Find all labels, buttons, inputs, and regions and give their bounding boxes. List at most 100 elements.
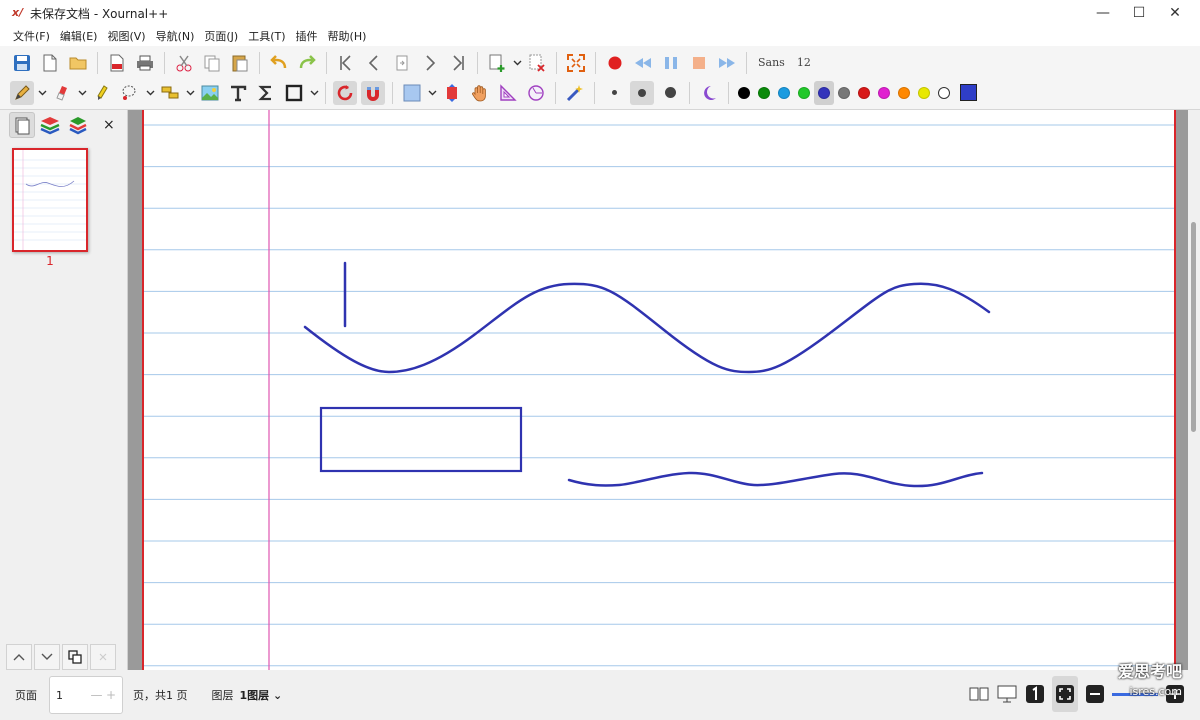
page-number-value[interactable]: 1 (56, 689, 63, 702)
color-swatch-8[interactable] (874, 81, 894, 105)
maximize-button[interactable]: ☐ (1120, 0, 1158, 26)
color-swatch-5[interactable] (814, 80, 834, 105)
page-decrement-button[interactable]: — (90, 688, 102, 702)
notebook-page[interactable] (142, 110, 1176, 670)
custom-color-button[interactable] (956, 81, 980, 105)
rotation-snapping-button[interactable] (333, 80, 357, 105)
text-tool-button[interactable] (226, 81, 250, 105)
menu-plugins[interactable]: 插件 (291, 28, 323, 44)
fill-dropdown[interactable] (426, 81, 438, 105)
fill-opacity-button[interactable] (697, 81, 721, 105)
presentation-mode-button[interactable] (996, 676, 1018, 712)
font-size[interactable]: 12 (797, 56, 811, 69)
fast-forward-button[interactable] (715, 51, 739, 75)
color-swatch-11[interactable] (934, 81, 954, 105)
delete-page-button[interactable] (525, 51, 549, 75)
layer-select[interactable]: 1图层 ⌄ (240, 687, 283, 703)
font-name[interactable]: Sans (758, 56, 785, 69)
copy-button[interactable] (200, 51, 224, 75)
new-document-button[interactable] (38, 51, 62, 75)
goto-page-button[interactable] (390, 51, 414, 75)
thickness-thick-button[interactable] (658, 81, 682, 105)
eraser-tool-button[interactable] (50, 81, 74, 105)
insert-page-dropdown[interactable] (511, 51, 523, 75)
menu-edit[interactable]: 编辑(E) (55, 28, 103, 44)
open-button[interactable] (66, 51, 90, 75)
dual-page-button[interactable] (968, 676, 990, 712)
shape-tool-button[interactable] (282, 81, 306, 105)
ink-stroke-rectangle[interactable] (319, 406, 523, 473)
page-drawing[interactable] (144, 110, 1174, 670)
compass-button[interactable] (524, 81, 548, 105)
export-pdf-button[interactable] (105, 51, 129, 75)
first-page-button[interactable] (334, 51, 358, 75)
tool-settings-button[interactable] (563, 81, 587, 105)
paste-button[interactable] (228, 51, 252, 75)
setsquare-button[interactable] (496, 81, 520, 105)
page-number-spinner[interactable]: 1 — + (49, 676, 123, 714)
color-swatch-2[interactable] (754, 81, 774, 105)
undo-button[interactable] (267, 51, 291, 75)
last-page-button[interactable] (446, 51, 470, 75)
pause-button[interactable] (659, 51, 683, 75)
vertical-scrollbar[interactable] (1188, 110, 1200, 670)
shape-dropdown[interactable] (308, 81, 320, 105)
stop-button[interactable] (687, 51, 711, 75)
menu-tools[interactable]: 工具(T) (243, 28, 290, 44)
fullscreen-button[interactable] (564, 51, 588, 75)
zoom-100-button[interactable] (1024, 676, 1046, 712)
thickness-medium-button[interactable] (630, 80, 654, 105)
move-page-down-button[interactable] (34, 644, 60, 670)
vertical-space-button[interactable] (440, 81, 464, 105)
menu-file[interactable]: 文件(F) (8, 28, 55, 44)
page-increment-button[interactable]: + (106, 688, 116, 702)
ink-stroke-small-wave[interactable] (567, 471, 984, 488)
color-swatch-7[interactable] (854, 81, 874, 105)
ink-stroke-sine-wave[interactable] (303, 282, 991, 374)
delete-page-sidebar-button[interactable] (90, 644, 116, 670)
record-button[interactable] (603, 51, 627, 75)
sidebar-close-button[interactable]: × (103, 117, 115, 133)
copy-page-button[interactable] (62, 644, 88, 670)
math-tool-button[interactable] (254, 81, 278, 105)
pen-tool-button[interactable] (10, 80, 34, 105)
eraser-dropdown[interactable] (76, 81, 88, 105)
select-dropdown[interactable] (144, 81, 156, 105)
insert-page-button[interactable] (485, 51, 509, 75)
previous-page-button[interactable] (362, 51, 386, 75)
page-thumbnail[interactable] (12, 148, 88, 252)
redo-button[interactable] (295, 51, 319, 75)
menu-navigation[interactable]: 导航(N) (151, 28, 200, 44)
minimize-button[interactable]: — (1084, 0, 1122, 26)
next-page-button[interactable] (418, 51, 442, 75)
color-swatch-10[interactable] (914, 81, 934, 105)
pen-dropdown[interactable] (36, 81, 48, 105)
thickness-fine-button[interactable] (602, 81, 626, 105)
print-button[interactable] (133, 51, 157, 75)
tab-layer-preview[interactable] (37, 112, 63, 138)
menu-view[interactable]: 视图(V) (102, 28, 150, 44)
close-button[interactable]: ✕ (1156, 0, 1194, 26)
menu-page[interactable]: 页面(J) (199, 28, 243, 44)
select-tool-button[interactable] (118, 81, 142, 105)
highlighter-tool-button[interactable] (90, 81, 114, 105)
zoom-fit-button[interactable] (1052, 676, 1078, 712)
canvas-area[interactable] (128, 110, 1188, 670)
color-swatch-1[interactable] (734, 81, 754, 105)
zoom-out-button[interactable] (1084, 676, 1106, 712)
scrollbar-thumb[interactable] (1191, 222, 1196, 432)
rewind-button[interactable] (631, 51, 655, 75)
hand-tool-button[interactable] (468, 81, 492, 105)
color-swatch-4[interactable] (794, 81, 814, 105)
image-tool-button[interactable] (198, 81, 222, 105)
grid-snapping-button[interactable] (361, 80, 385, 105)
color-swatch-6[interactable] (834, 81, 854, 105)
tab-page-preview[interactable] (9, 112, 35, 138)
fill-button[interactable] (400, 81, 424, 105)
menu-help[interactable]: 帮助(H) (323, 28, 372, 44)
move-page-up-button[interactable] (6, 644, 32, 670)
cut-button[interactable] (172, 51, 196, 75)
space-tool-button[interactable] (158, 81, 182, 105)
tab-layer-list[interactable] (65, 112, 91, 138)
color-swatch-9[interactable] (894, 81, 914, 105)
